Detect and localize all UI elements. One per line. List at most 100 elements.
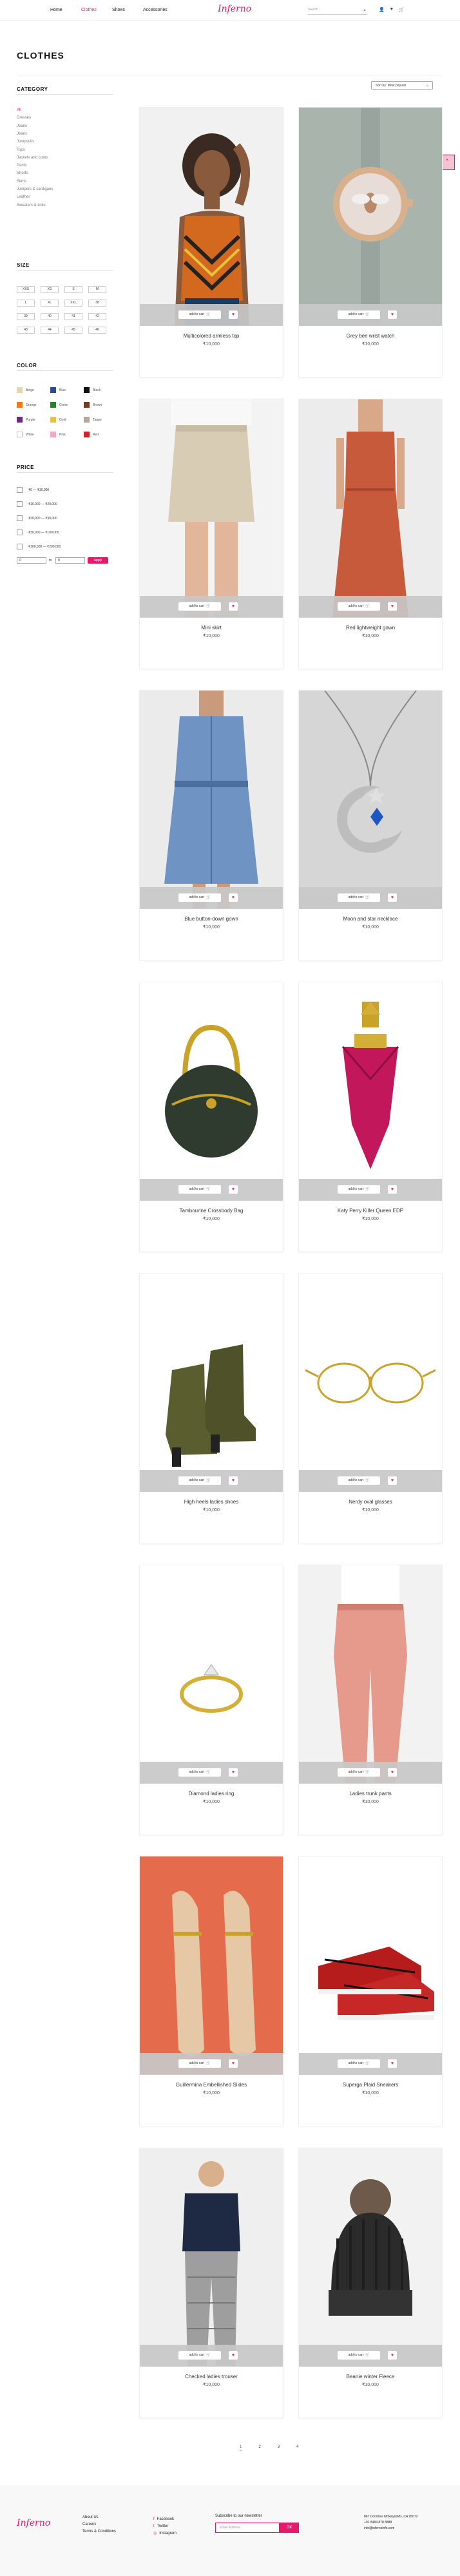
category-item[interactable]: Sweaters & knits: [17, 204, 46, 207]
product-image[interactable]: [140, 691, 283, 908]
product-name[interactable]: High heels ladies shoes: [140, 1499, 283, 1505]
wishlist-heart-icon[interactable]: ♥: [388, 602, 397, 611]
category-item[interactable]: Jumpers & cardigans: [17, 187, 53, 191]
product-card[interactable]: add to cart 🛒 ♥ Checked ladies trouser ₹1…: [139, 2147, 283, 2418]
price-to-input[interactable]: 0: [55, 557, 85, 564]
price-checkbox[interactable]: [17, 487, 23, 493]
product-image[interactable]: [140, 982, 283, 1200]
add-to-cart-button[interactable]: add to cart 🛒: [178, 2059, 221, 2068]
search-icon[interactable]: ⌕: [363, 8, 366, 14]
product-image[interactable]: [299, 982, 442, 1200]
wishlist-heart-icon[interactable]: ♥: [229, 310, 238, 319]
add-to-cart-button[interactable]: add to cart 🛒: [178, 1768, 221, 1777]
size-option[interactable]: XL: [41, 300, 59, 307]
add-to-cart-button[interactable]: add to cart 🛒: [338, 1185, 380, 1194]
price-checkbox[interactable]: [17, 515, 23, 521]
size-option[interactable]: 41: [64, 313, 82, 320]
color-swatch[interactable]: [84, 432, 90, 437]
product-card[interactable]: add to cart 🛒 ♥ Tambourine Crossbody Bag …: [139, 981, 283, 1252]
size-option[interactable]: 45: [64, 327, 82, 334]
product-image[interactable]: [299, 399, 442, 617]
product-image[interactable]: [299, 1565, 442, 1783]
wishlist-heart-icon[interactable]: ♥: [229, 893, 238, 902]
product-card[interactable]: add to cart 🛒 ♥ Nerdy oval glasses ₹10,00…: [298, 1273, 443, 1543]
category-item[interactable]: Jackets and coats: [17, 156, 48, 160]
size-option[interactable]: XS: [41, 286, 59, 293]
size-option[interactable]: S: [64, 286, 82, 293]
size-option[interactable]: L: [17, 300, 35, 307]
product-card[interactable]: add to cart 🛒 ♥ Ladies trunk pants ₹10,00…: [298, 1564, 443, 1835]
nav-shoes[interactable]: Shoes: [112, 8, 143, 12]
product-card[interactable]: add to cart 🛒 ♥ Grey bee wrist watch ₹10,…: [298, 107, 443, 377]
newsletter-submit-button[interactable]: OK: [280, 2523, 299, 2533]
color-swatch[interactable]: [50, 417, 56, 423]
size-option[interactable]: 40: [41, 313, 59, 320]
wishlist-heart-icon[interactable]: ♥: [229, 1185, 238, 1194]
add-to-cart-button[interactable]: add to cart 🛒: [178, 2351, 221, 2360]
wishlist-heart-icon[interactable]: ♥: [388, 893, 397, 902]
size-option[interactable]: 44: [41, 327, 59, 334]
add-to-cart-button[interactable]: add to cart 🛒: [338, 310, 380, 319]
add-to-cart-button[interactable]: add to cart 🛒: [338, 1768, 380, 1777]
product-image[interactable]: [299, 691, 442, 908]
wishlist-heart-icon[interactable]: ♥: [388, 310, 397, 319]
product-card[interactable]: add to cart 🛒 ♥ Guillermina Embellished S…: [139, 1856, 283, 2126]
nav-accessories[interactable]: Accessories: [143, 8, 174, 12]
product-image[interactable]: [299, 1856, 442, 2074]
size-option[interactable]: M: [88, 286, 106, 293]
wishlist-heart-icon[interactable]: ♥: [388, 1185, 397, 1194]
page-link-1[interactable]: 1: [240, 2445, 242, 2450]
page-link-2[interactable]: 2: [258, 2445, 260, 2450]
product-card[interactable]: add to cart 🛒 ♥ Beanie winter Fleece ₹10,…: [298, 2147, 443, 2418]
color-swatch[interactable]: [50, 402, 56, 408]
social-facebook[interactable]: f Facebook: [153, 2516, 177, 2523]
category-item[interactable]: Skirts: [17, 180, 26, 184]
footer-link-terms[interactable]: Terms & Conditions: [82, 2528, 116, 2535]
wishlist-heart-icon[interactable]: ♥: [229, 1476, 238, 1485]
price-apply-button[interactable]: Apply: [88, 557, 108, 564]
product-name[interactable]: Nerdy oval glasses: [299, 1499, 442, 1505]
category-item[interactable]: Tops: [17, 148, 25, 152]
sort-select[interactable]: Sort by: Most popular ⌄: [371, 81, 433, 90]
product-card[interactable]: add to cart 🛒 ♥ Diamond ladies ring ₹10,0…: [139, 1564, 283, 1835]
add-to-cart-button[interactable]: add to cart 🛒: [178, 310, 221, 319]
add-to-cart-button[interactable]: add to cart 🛒: [338, 2059, 380, 2068]
account-icon[interactable]: 👤: [379, 7, 385, 12]
social-instagram[interactable]: ◎ Instagram: [153, 2530, 177, 2537]
size-option[interactable]: XXL: [64, 300, 82, 307]
product-card[interactable]: add to cart 🛒 ♥ Katy Perry Killer Queen E…: [298, 981, 443, 1252]
color-swatch[interactable]: [17, 387, 23, 393]
footer-link-about[interactable]: About Us: [82, 2514, 116, 2521]
product-card[interactable]: add to cart 🛒 ♥ Red lightweight gown ₹10,…: [298, 398, 443, 669]
social-twitter[interactable]: t Twitter: [153, 2523, 177, 2530]
product-card[interactable]: add to cart 🛒 ♥ Superga Plaid Sneakers ₹1…: [298, 1856, 443, 2126]
product-name[interactable]: Red lightweight gown: [299, 625, 442, 631]
category-item[interactable]: Jeans: [17, 124, 27, 128]
size-option[interactable]: 46: [88, 327, 106, 334]
price-checkbox[interactable]: [17, 501, 23, 507]
add-to-cart-button[interactable]: add to cart 🛒: [338, 602, 380, 611]
category-item[interactable]: All: [17, 108, 21, 112]
add-to-cart-button[interactable]: add to cart 🛒: [178, 893, 221, 902]
product-name[interactable]: Beanie winter Fleece: [299, 2374, 442, 2380]
wishlist-heart-icon[interactable]: ♥: [388, 1768, 397, 1777]
color-swatch[interactable]: [17, 417, 23, 423]
page-link-4[interactable]: 4: [296, 2445, 298, 2450]
size-option[interactable]: 39: [17, 313, 35, 320]
wishlist-heart-icon[interactable]: ♥: [388, 2351, 397, 2360]
product-image[interactable]: [299, 1274, 442, 1491]
color-swatch[interactable]: [50, 432, 56, 437]
wishlist-heart-icon[interactable]: ♥: [229, 2059, 238, 2068]
add-to-cart-button[interactable]: add to cart 🛒: [178, 1185, 221, 1194]
size-option[interactable]: 38: [88, 300, 106, 307]
product-name[interactable]: Diamond ladies ring: [140, 1791, 283, 1797]
product-name[interactable]: Ladies trunk pants: [299, 1791, 442, 1797]
color-swatch[interactable]: [17, 432, 23, 437]
product-card[interactable]: add to cart 🛒 ♥ Moon and star necklace ₹1…: [298, 690, 443, 960]
wishlist-heart-icon[interactable]: ♥: [229, 1768, 238, 1777]
product-image[interactable]: [140, 108, 283, 325]
product-card[interactable]: add to cart 🛒 ♥ Mini skirt ₹10,000: [139, 398, 283, 669]
nav-clothes[interactable]: Clothes: [81, 8, 112, 12]
product-image[interactable]: [140, 1856, 283, 2074]
product-image[interactable]: [140, 1274, 283, 1491]
